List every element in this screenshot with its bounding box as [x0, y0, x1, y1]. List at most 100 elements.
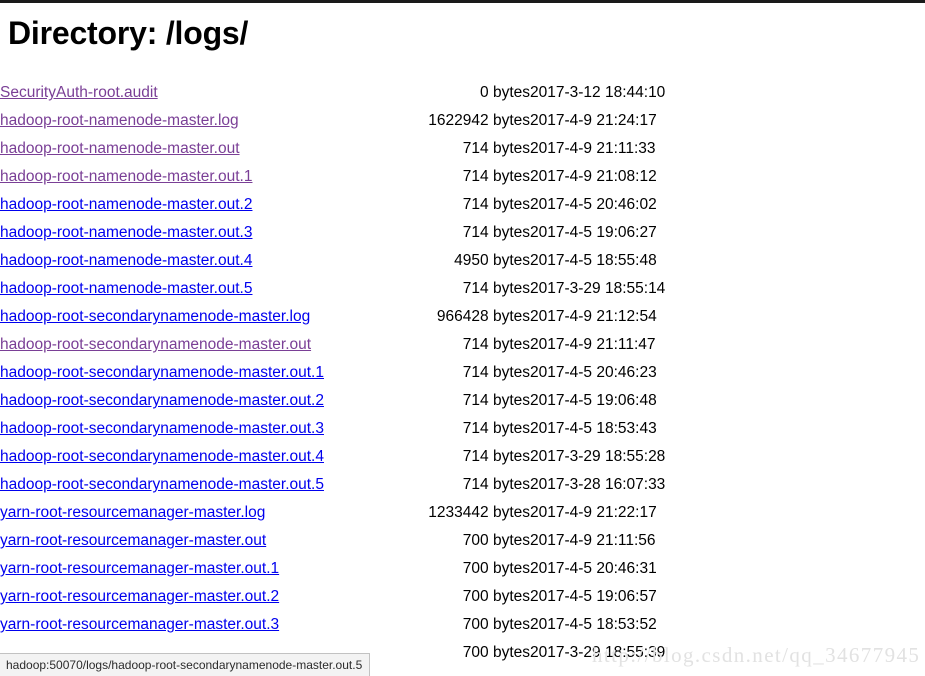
file-name-cell: hadoop-root-namenode-master.out — [0, 135, 395, 163]
file-link[interactable]: hadoop-root-secondarynamenode-master.out… — [0, 476, 324, 493]
file-date-cell: 2017-4-5 20:46:31 — [530, 560, 657, 578]
file-date-cell: 2017-4-5 18:55:48 — [530, 252, 657, 270]
file-size-cell: 700 bytes — [462, 560, 530, 578]
file-link[interactable]: hadoop-root-secondarynamenode-master.out — [0, 336, 311, 353]
file-name-cell: hadoop-root-secondarynamenode-master.log — [0, 303, 395, 331]
file-size-cell: 714 bytes — [462, 280, 530, 298]
file-row: hadoop-root-namenode-master.out.5 714 byt… — [0, 275, 925, 303]
file-size-cell: 700 bytes — [462, 532, 530, 550]
file-link[interactable]: yarn-root-resourcemanager-master.out.2 — [0, 588, 279, 605]
file-date-cell: 2017-4-5 19:06:57 — [530, 588, 657, 606]
file-date-cell: 2017-4-5 19:06:48 — [530, 392, 657, 410]
file-date-cell: 2017-4-9 21:12:54 — [530, 308, 657, 326]
file-row: hadoop-root-namenode-master.out.4 4950 by… — [0, 247, 925, 275]
file-size-cell: 714 bytes — [462, 224, 530, 242]
file-link[interactable]: hadoop-root-secondarynamenode-master.out… — [0, 448, 324, 465]
file-size-cell: 4950 bytes — [454, 252, 530, 270]
file-name-cell: yarn-root-resourcemanager-master.out — [0, 527, 395, 555]
file-row: hadoop-root-namenode-master.out.1 714 byt… — [0, 163, 925, 191]
file-row: hadoop-root-secondarynamenode-master.out… — [0, 415, 925, 443]
file-name-cell: hadoop-root-secondarynamenode-master.out… — [0, 415, 395, 443]
file-date-cell: 2017-3-28 16:07:33 — [530, 476, 666, 494]
file-size-cell: 714 bytes — [462, 168, 530, 186]
file-row: yarn-root-resourcemanager-master.out 700 … — [0, 527, 925, 555]
file-size-cell: 714 bytes — [462, 364, 530, 382]
file-link[interactable]: yarn-root-resourcemanager-master.log — [0, 504, 265, 521]
file-size-cell: 714 bytes — [462, 336, 530, 354]
file-size-cell: 700 bytes — [462, 588, 530, 606]
file-name-cell: hadoop-root-namenode-master.out.1 — [0, 163, 395, 191]
file-link[interactable]: hadoop-root-namenode-master.log — [0, 112, 239, 129]
file-size-cell: 714 bytes — [462, 448, 530, 466]
file-row: hadoop-root-secondarynamenode-master.out… — [0, 471, 925, 499]
file-date-cell: 2017-4-9 21:22:17 — [530, 504, 657, 522]
file-name-cell: hadoop-root-namenode-master.out.2 — [0, 191, 395, 219]
file-size-cell: 1233442 bytes — [428, 504, 530, 522]
file-date-cell: 2017-3-29 18:55:28 — [530, 448, 666, 466]
file-date-cell: 2017-4-5 20:46:02 — [530, 196, 657, 214]
file-name-cell: hadoop-root-secondarynamenode-master.out… — [0, 387, 395, 415]
file-date-cell: 2017-4-5 18:53:43 — [530, 420, 657, 438]
file-listing-table: SecurityAuth-root.audit 0 bytes 2017-3-12 … — [0, 79, 925, 667]
status-bar-url: hadoop:50070/logs/hadoop-root-secondaryn… — [0, 653, 371, 676]
file-link[interactable]: hadoop-root-namenode-master.out — [0, 140, 240, 157]
file-size-cell: 0 bytes — [480, 84, 530, 102]
file-size-cell: 714 bytes — [462, 392, 530, 410]
file-name-cell: hadoop-root-secondarynamenode-master.out… — [0, 471, 395, 499]
file-name-cell: hadoop-root-secondarynamenode-master.out… — [0, 443, 395, 471]
file-row: hadoop-root-secondarynamenode-master.log… — [0, 303, 925, 331]
page-title: Directory: /logs/ — [8, 15, 249, 51]
file-date-cell: 2017-3-12 18:44:10 — [530, 84, 666, 102]
file-date-cell: 2017-4-9 21:11:33 — [530, 140, 656, 158]
file-size-cell: 714 bytes — [462, 420, 530, 438]
file-listing-body: SecurityAuth-root.audit 0 bytes 2017-3-12 … — [0, 79, 925, 667]
file-row: hadoop-root-secondarynamenode-master.out… — [0, 359, 925, 387]
file-link[interactable]: hadoop-root-namenode-master.out.1 — [0, 168, 252, 185]
file-name-cell: yarn-root-resourcemanager-master.out.3 — [0, 611, 395, 639]
file-name-cell: hadoop-root-secondarynamenode-master.out… — [0, 359, 395, 387]
file-size-cell: 966428 bytes — [436, 308, 530, 326]
file-row: hadoop-root-namenode-master.out.3 714 byt… — [0, 219, 925, 247]
file-name-cell: yarn-root-resourcemanager-master.out.1 — [0, 555, 395, 583]
file-name-cell: yarn-root-resourcemanager-master.out.2 — [0, 583, 395, 611]
file-link[interactable]: yarn-root-resourcemanager-master.out — [0, 532, 266, 549]
file-link[interactable]: hadoop-root-namenode-master.out.5 — [0, 280, 252, 297]
file-date-cell: 2017-4-9 21:08:12 — [530, 168, 657, 186]
directory-listing-page: Directory: /logs/ SecurityAuth-root.audi… — [0, 3, 925, 676]
file-row: hadoop-root-namenode-master.out.2 714 byt… — [0, 191, 925, 219]
file-name-cell: hadoop-root-secondarynamenode-master.out — [0, 331, 395, 359]
file-name-cell: hadoop-root-namenode-master.out.5 — [0, 275, 395, 303]
file-link[interactable]: hadoop-root-secondarynamenode-master.out… — [0, 364, 324, 381]
file-name-cell: yarn-root-resourcemanager-master.log — [0, 499, 395, 527]
file-link[interactable]: yarn-root-resourcemanager-master.out.3 — [0, 616, 279, 633]
file-size-cell: 700 bytes — [462, 644, 530, 662]
file-link[interactable]: hadoop-root-namenode-master.out.4 — [0, 252, 252, 269]
file-row: yarn-root-resourcemanager-master.out.3 70… — [0, 611, 925, 639]
file-link[interactable]: hadoop-root-secondarynamenode-master.log — [0, 308, 310, 325]
file-row: yarn-root-resourcemanager-master.out.2 70… — [0, 583, 925, 611]
file-size-cell: 1622942 bytes — [428, 112, 530, 130]
file-link[interactable]: SecurityAuth-root.audit — [0, 84, 158, 101]
file-date-cell: 2017-3-29 18:55:39 — [530, 644, 666, 662]
file-row: hadoop-root-namenode-master.out 714 bytes… — [0, 135, 925, 163]
file-size-cell: 714 bytes — [462, 476, 530, 494]
file-row: yarn-root-resourcemanager-master.log 1233… — [0, 499, 925, 527]
file-date-cell: 2017-4-5 19:06:27 — [530, 224, 657, 242]
file-link[interactable]: hadoop-root-namenode-master.out.2 — [0, 196, 252, 213]
file-row: hadoop-root-namenode-master.log 1622942 b… — [0, 107, 925, 135]
file-row: yarn-root-resourcemanager-master.out.1 70… — [0, 555, 925, 583]
file-link[interactable]: yarn-root-resourcemanager-master.out.1 — [0, 560, 279, 577]
file-row: hadoop-root-secondarynamenode-master.out… — [0, 443, 925, 471]
file-link[interactable]: hadoop-root-namenode-master.out.3 — [0, 224, 252, 241]
file-size-cell: 700 bytes — [462, 616, 530, 634]
file-date-cell: 2017-4-9 21:11:47 — [530, 336, 656, 354]
file-row: SecurityAuth-root.audit 0 bytes 2017-3-12 … — [0, 79, 925, 107]
file-date-cell: 2017-4-5 18:53:52 — [530, 616, 657, 634]
file-size-cell: 714 bytes — [462, 196, 530, 214]
file-date-cell: 2017-4-9 21:11:56 — [530, 532, 656, 550]
file-link[interactable]: hadoop-root-secondarynamenode-master.out… — [0, 420, 324, 437]
file-date-cell: 2017-4-5 20:46:23 — [530, 364, 657, 382]
file-row: hadoop-root-secondarynamenode-master.out… — [0, 387, 925, 415]
file-link[interactable]: hadoop-root-secondarynamenode-master.out… — [0, 392, 324, 409]
file-name-cell: hadoop-root-namenode-master.out.3 — [0, 219, 395, 247]
